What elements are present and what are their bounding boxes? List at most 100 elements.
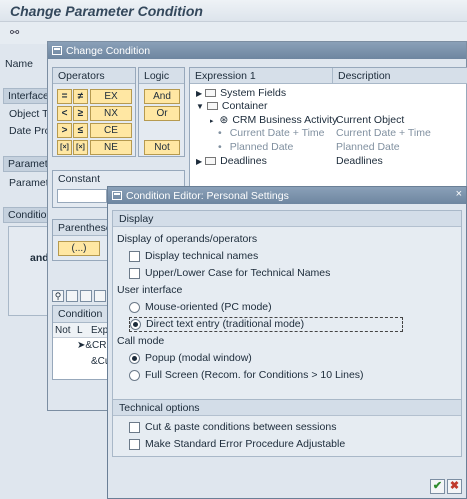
close-icon[interactable]: × <box>456 188 462 200</box>
ok-icon[interactable]: ✔ <box>430 479 445 494</box>
date-pro-label: Date Pro <box>9 125 51 137</box>
checkbox-icon[interactable] <box>129 422 140 433</box>
operators-head: Operators <box>53 68 135 84</box>
parameter-group-head: Paramete <box>3 156 53 172</box>
tree-node-container[interactable]: ▼ Container <box>196 99 267 113</box>
ui-label: User interface <box>117 284 183 296</box>
grid-tab-condition[interactable]: Condition <box>53 306 109 323</box>
condition-editor-titlebar: Condition Editor: Personal Settings <box>108 187 466 204</box>
tree-node-planned-date[interactable]: • Planned Date <box>218 140 293 154</box>
and-button[interactable]: And <box>144 89 180 104</box>
operators-panel: Operators = ≠ EX < ≥ NX > ≤ CE [×] [×] N… <box>52 67 136 157</box>
name-label: Name <box>5 58 34 70</box>
fullscreen-radio[interactable]: Full Screen (Recom. for Conditions > 10 … <box>129 368 364 383</box>
display-head: Display <box>113 211 461 227</box>
ce-button[interactable]: CE <box>90 123 132 138</box>
nx-button[interactable]: NX <box>90 106 132 121</box>
folder-icon <box>205 89 217 98</box>
checkbox-icon[interactable] <box>129 251 140 262</box>
ne-button[interactable]: NE <box>90 140 132 155</box>
grid-row[interactable]: ➤&CR <box>77 340 107 351</box>
expression-col-head: Expression 1 <box>190 68 332 84</box>
constant-input[interactable] <box>57 189 107 203</box>
change-condition-title: Change Condition <box>66 44 151 57</box>
call-mode-label: Call mode <box>117 335 165 347</box>
paste-icon[interactable] <box>94 290 106 302</box>
and-text: and <box>30 252 49 264</box>
or-button[interactable]: Or <box>144 106 180 121</box>
not-equals-button[interactable]: ≠ <box>73 89 88 104</box>
condition-editor-title: Condition Editor: Personal Settings <box>126 189 289 202</box>
radio-icon[interactable] <box>129 302 140 313</box>
grid-toolbar: ⚲ <box>52 290 108 304</box>
interface-group-head: Interface <box>3 88 53 104</box>
radio-icon[interactable] <box>129 370 140 381</box>
not-button[interactable]: Not <box>144 140 180 155</box>
less-equal-button[interactable]: ≤ <box>73 123 88 138</box>
condition-editor-dialog: Condition Editor: Personal Settings × Di… <box>107 186 467 499</box>
search-icon[interactable]: ⚲ <box>52 290 64 302</box>
cancel-icon[interactable]: ✖ <box>447 479 462 494</box>
object-type-label: Object T <box>9 108 49 120</box>
col-not: Not <box>55 325 71 336</box>
logic-panel: Logic And Or Not <box>138 67 185 157</box>
technical-head: Technical options <box>113 400 461 416</box>
tree-node-system-fields[interactable]: ▶ System Fields <box>196 86 286 100</box>
collapse-icon[interactable]: ▼ <box>196 102 204 111</box>
tree-desc-current-date: Current Date + Time <box>336 127 431 139</box>
grid-header: Not L Exp <box>53 323 109 338</box>
col-exp: Exp <box>91 325 109 336</box>
parentheses-panel: Parentheses (...) <box>52 219 110 261</box>
object-icon: ⊛ <box>219 114 229 126</box>
display-ops-label: Display of operands/operators <box>117 233 258 245</box>
tree-node-crm-activity[interactable]: ▸ ⊛ CRM Business Activity <box>210 113 337 127</box>
equals-button[interactable]: = <box>57 89 72 104</box>
display-section: Display Display of operands/operators Di… <box>112 210 462 400</box>
constant-head: Constant <box>53 171 184 187</box>
tree-desc-deadlines: Deadlines <box>336 155 383 167</box>
radio-selected-icon[interactable] <box>129 353 140 364</box>
window-icon <box>112 191 122 200</box>
col-l: L <box>77 325 83 336</box>
cut-icon[interactable] <box>66 290 78 302</box>
interval-button[interactable]: [×] <box>57 140 72 155</box>
expand-icon[interactable]: ▶ <box>196 89 202 98</box>
tree-desc-planned-date: Planned Date <box>336 141 400 153</box>
condition-group-head: Condition <box>3 207 53 223</box>
hierarchy-icon[interactable]: ⚯ <box>10 26 24 40</box>
greater-than-button[interactable]: > <box>57 123 72 138</box>
window-icon <box>52 46 62 55</box>
greater-equal-button[interactable]: ≥ <box>73 106 88 121</box>
less-than-button[interactable]: < <box>57 106 72 121</box>
std-error-checkbox[interactable]: Make Standard Error Procedure Adjustable <box>129 437 345 452</box>
not-interval-button[interactable]: [×] <box>73 140 88 155</box>
checkbox-icon[interactable] <box>129 439 140 450</box>
bullet-icon: • <box>218 141 222 153</box>
technical-section: Technical options Cut & paste conditions… <box>112 399 462 457</box>
logic-head: Logic <box>139 68 184 84</box>
description-col-head: Description <box>332 68 467 84</box>
condition-grid: Condition Not L Exp ➤&CR &Cu <box>52 305 110 380</box>
tech-names-checkbox[interactable]: Display technical names <box>129 249 258 264</box>
checkbox-icon[interactable] <box>129 268 140 279</box>
expand-icon[interactable]: ▶ <box>196 157 202 166</box>
parentheses-head: Parentheses <box>53 220 109 236</box>
change-condition-titlebar: Change Condition <box>48 42 466 59</box>
radio-selected-icon[interactable] <box>130 319 141 330</box>
expand-icon[interactable]: ▸ <box>210 118 214 125</box>
parentheses-button[interactable]: (...) <box>58 241 100 256</box>
tree-node-current-date[interactable]: • Current Date + Time <box>218 126 325 140</box>
popup-radio[interactable]: Popup (modal window) <box>129 351 252 366</box>
bullet-icon: • <box>218 127 222 139</box>
text-mode-radio[interactable]: Direct text entry (traditional mode) <box>129 317 404 332</box>
cut-paste-checkbox[interactable]: Cut & paste conditions between sessions <box>129 420 336 435</box>
folder-open-icon <box>206 102 218 111</box>
tree-desc-crm-activity: Current Object <box>336 114 405 126</box>
case-checkbox[interactable]: Upper/Lower Case for Technical Names <box>129 266 330 281</box>
ex-button[interactable]: EX <box>90 89 132 104</box>
main-window-title: Change Parameter Condition <box>0 0 467 22</box>
tree-node-deadlines[interactable]: ▶ Deadlines <box>196 154 267 168</box>
mouse-mode-radio[interactable]: Mouse-oriented (PC mode) <box>129 300 272 315</box>
copy-icon[interactable] <box>80 290 92 302</box>
folder-icon <box>205 157 217 166</box>
